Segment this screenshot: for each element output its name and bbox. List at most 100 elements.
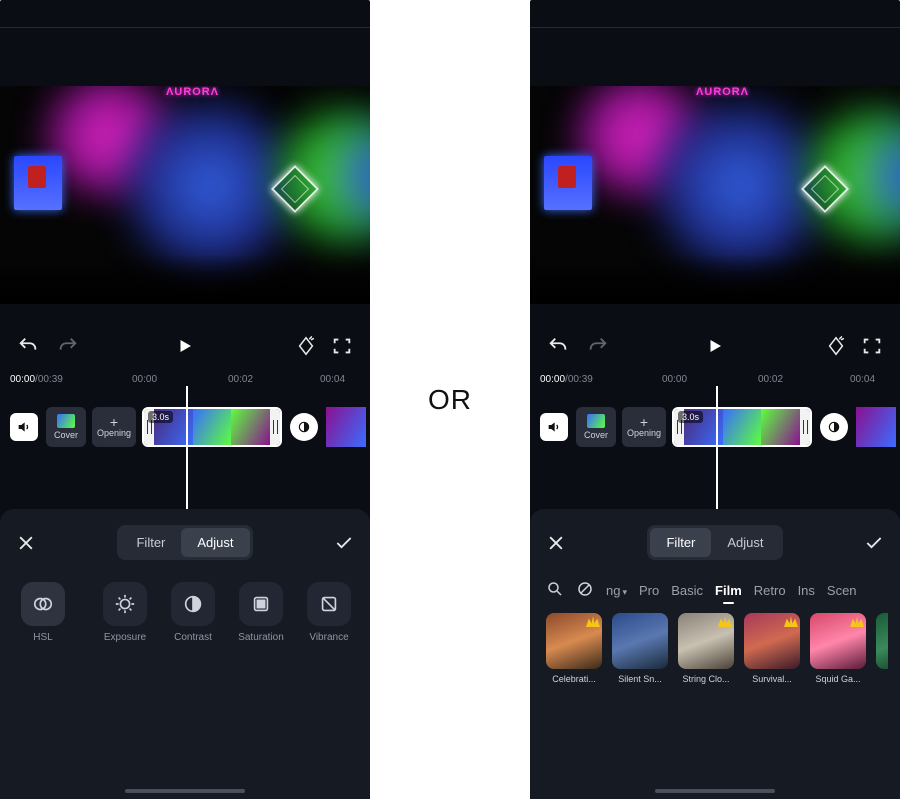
close-button[interactable] [542,529,570,557]
filter-adjust-toggle: Filter Adjust [117,525,252,560]
video-preview[interactable]: ΛЯOЯUΛ [0,86,370,304]
filter-categories: ng Pro Basic Film Retro Ins Scen [542,578,888,613]
preview-content: ΛЯOЯUΛ [530,86,900,304]
adjust-exposure[interactable]: Exposure [98,582,152,654]
time-tick: 00:04 [320,374,345,385]
stage-screen [544,156,592,210]
undo-button[interactable] [14,332,42,360]
next-clip-thumb[interactable] [326,407,366,447]
play-button[interactable] [701,332,729,360]
status-bar [0,0,370,28]
category-ins[interactable]: Ins [798,583,815,598]
filter-thumb [678,613,734,669]
adjust-panel: Filter Adjust HSL Exposure Contrast Satu… [0,509,370,799]
time-tick: 00:00 [662,374,687,385]
adjust-saturation[interactable]: Saturation [234,582,288,654]
time-tick: 00:02 [228,374,253,385]
mute-button[interactable] [10,413,38,441]
fullscreen-button[interactable] [328,332,356,360]
category-trending[interactable]: ng [606,583,627,598]
phone-right-filter: ΛЯOЯUΛ 00:00/00:39 00:00 00:02 00:04 Cov… [530,0,900,799]
adjust-hsl[interactable]: HSL [16,582,70,654]
timecode-row: 00:00/00:39 00:00 00:02 00:04 [0,370,370,392]
filter-item-stringclo[interactable]: String Clo... [678,613,734,684]
clip-duration: 3.0s [148,411,173,423]
stage-sign: ΛЯOЯUΛ [165,86,218,104]
playhead[interactable] [716,386,718,516]
filter-item-survival[interactable]: Survival... [744,613,800,684]
keyframe-button[interactable] [822,332,850,360]
timeline[interactable]: Cover +Opening 3.0s [0,398,370,456]
time-total: 00:39 [38,374,63,385]
filter-thumb [876,613,888,669]
playhead[interactable] [186,386,188,516]
clip-duration: 3.0s [678,411,703,423]
exposure-icon [103,582,147,626]
crown-icon [850,615,864,627]
saturation-icon [239,582,283,626]
hsl-icon [21,582,65,626]
category-basic[interactable]: Basic [671,583,703,598]
adjust-tab[interactable]: Adjust [181,528,249,557]
crown-icon [586,615,600,627]
selected-clip[interactable]: 3.0s [142,407,282,447]
crown-icon [718,615,732,627]
search-icon[interactable] [546,580,564,601]
filter-item-joker0[interactable]: Joker 0 [876,613,888,684]
category-retro[interactable]: Retro [754,583,786,598]
home-indicator [125,789,245,793]
timeline[interactable]: Cover +Opening 3.0s [530,398,900,456]
cover-chip[interactable]: Cover [46,407,86,447]
crown-icon [784,615,798,627]
fullscreen-button[interactable] [858,332,886,360]
time-tick: 00:04 [850,374,875,385]
video-preview[interactable]: ΛЯOЯUΛ [530,86,900,304]
adjust-tools-row: HSL Exposure Contrast Saturation Vibranc… [12,578,358,654]
time-tick: 00:00 [132,374,157,385]
filter-item-celebrati[interactable]: Celebrati... [546,613,602,684]
filter-item-silentsn[interactable]: Silent Sn... [612,613,668,684]
close-button[interactable] [12,529,40,557]
stage-screen [14,156,62,210]
adjust-tab[interactable]: Adjust [711,528,779,557]
or-divider: OR [370,0,530,799]
stage-sign: ΛЯOЯUΛ [695,86,748,104]
transport-bar [530,322,900,370]
undo-button[interactable] [544,332,572,360]
timecode-row: 00:00/00:39 00:00 00:02 00:04 [530,370,900,392]
category-scene[interactable]: Scen [827,583,857,598]
adjust-vibrance[interactable]: Vibrance [302,582,356,654]
filter-thumb [744,613,800,669]
filter-tab[interactable]: Filter [120,528,181,557]
filter-tab[interactable]: Filter [650,528,711,557]
transition-button[interactable] [290,413,318,441]
filter-adjust-toggle: Filter Adjust [647,525,782,560]
status-bar [530,0,900,28]
filter-thumb [546,613,602,669]
selected-clip[interactable]: 3.0s [672,407,812,447]
next-clip-thumb[interactable] [856,407,896,447]
phone-left-adjust: ΛЯOЯUΛ 00:00/00:39 00:00 00:02 00:04 Cov… [0,0,370,799]
category-pro[interactable]: Pro [639,583,659,598]
filter-item-squidga[interactable]: Squid Ga... [810,613,866,684]
mute-button[interactable] [540,413,568,441]
transition-button[interactable] [820,413,848,441]
cover-chip[interactable]: Cover [576,407,616,447]
filter-thumbs-row: Celebrati... Silent Sn... String Clo... … [542,613,888,684]
adjust-contrast[interactable]: Contrast [166,582,220,654]
confirm-button[interactable] [860,529,888,557]
vibrance-icon [307,582,351,626]
opening-chip[interactable]: +Opening [622,407,666,447]
keyframe-button[interactable] [292,332,320,360]
preview-content: ΛЯOЯUΛ [0,86,370,304]
category-film[interactable]: Film [715,583,742,598]
clip-handle-right[interactable] [270,409,280,445]
confirm-button[interactable] [330,529,358,557]
time-tick: 00:02 [758,374,783,385]
clip-handle-right[interactable] [800,409,810,445]
redo-button [584,332,612,360]
home-indicator [655,789,775,793]
play-button[interactable] [171,332,199,360]
opening-chip[interactable]: +Opening [92,407,136,447]
none-filter-icon[interactable] [576,580,594,601]
